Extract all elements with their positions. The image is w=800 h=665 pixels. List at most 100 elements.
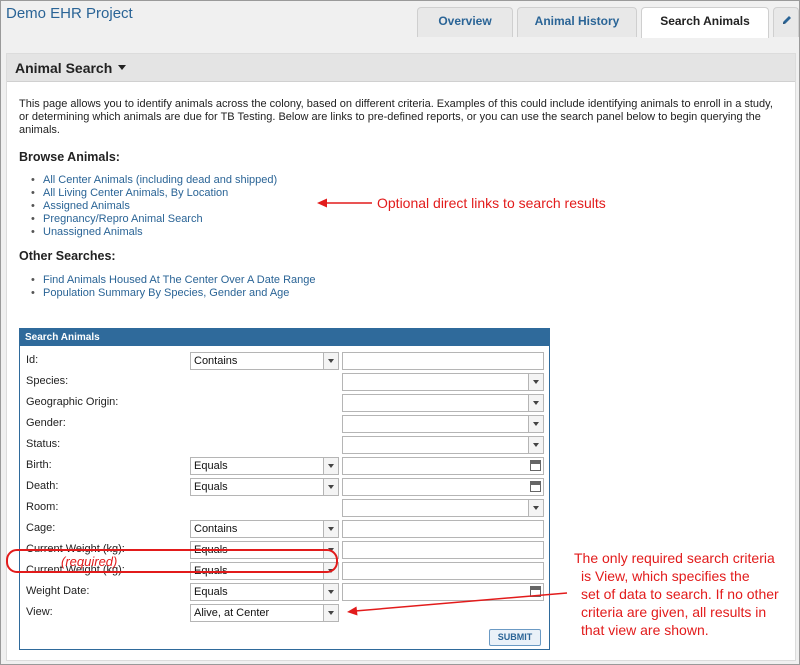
chevron-down-icon <box>328 359 334 363</box>
list-item: Population Summary By Species, Gender an… <box>31 287 316 300</box>
required-note: (required) <box>61 554 118 569</box>
list-item: Pregnancy/Repro Animal Search <box>31 213 277 226</box>
dropdown-trigger[interactable] <box>323 353 338 369</box>
page-frame: Demo EHR Project Overview Animal History… <box>0 0 800 665</box>
field-label: Death: <box>26 480 59 492</box>
dropdown-trigger[interactable] <box>323 521 338 537</box>
calendar-icon[interactable] <box>530 586 541 597</box>
link-population-summary[interactable]: Population Summary By Species, Gender an… <box>43 287 289 299</box>
tab-overview[interactable]: Overview <box>417 7 513 37</box>
list-item: All Living Center Animals, By Location <box>31 187 277 200</box>
operator-select[interactable]: Contains <box>190 520 339 538</box>
project-title[interactable]: Demo EHR Project <box>6 5 133 22</box>
calendar-icon[interactable] <box>530 460 541 471</box>
chevron-down-icon <box>533 422 539 426</box>
search-animals-form: Search Animals Id: Contains Species: Geo… <box>19 328 550 650</box>
calendar-icon[interactable] <box>530 481 541 492</box>
annotation-line: is View, which specifies the <box>581 568 750 584</box>
form-row-death: Death: Equals <box>20 477 549 498</box>
dropdown-trigger[interactable] <box>323 458 338 474</box>
field-label: Gender: <box>26 417 66 429</box>
tab-animal-history[interactable]: Animal History <box>517 7 637 37</box>
link-housed-date-range[interactable]: Find Animals Housed At The Center Over A… <box>43 274 316 286</box>
list-item: All Center Animals (including dead and s… <box>31 174 277 187</box>
status-select[interactable] <box>342 436 544 454</box>
dropdown-trigger[interactable] <box>528 416 543 432</box>
link-unassigned-animals[interactable]: Unassigned Animals <box>43 226 143 238</box>
annotation-line: criteria are given, all results in <box>581 604 767 620</box>
operator-select[interactable]: Contains <box>190 352 339 370</box>
chevron-down-icon <box>533 380 539 384</box>
room-select[interactable] <box>342 499 544 517</box>
chevron-down-icon <box>533 506 539 510</box>
gender-select[interactable] <box>342 415 544 433</box>
dropdown-trigger[interactable] <box>528 437 543 453</box>
chevron-down-icon <box>328 590 334 594</box>
list-item: Assigned Animals <box>31 200 277 213</box>
view-annotation: The only required search criteria is Vie… <box>563 549 798 639</box>
operator-select[interactable]: Equals <box>190 457 339 475</box>
form-row-id: Id: Contains <box>20 351 549 372</box>
id-input[interactable] <box>342 352 544 370</box>
panel-header: Animal Search <box>7 54 795 82</box>
death-date-input[interactable] <box>342 478 544 496</box>
chevron-down-icon <box>328 485 334 489</box>
tab-search-animals[interactable]: Search Animals <box>641 7 769 38</box>
form-row-weight-date: Weight Date: Equals <box>20 582 549 603</box>
submit-button[interactable]: SUBMIT <box>489 629 541 646</box>
required-highlight: (required) <box>6 549 338 573</box>
view-select[interactable]: Alive, at Center <box>190 604 339 622</box>
panel-title[interactable]: Animal Search <box>15 60 127 76</box>
edit-tab[interactable] <box>773 7 799 37</box>
pencil-icon[interactable] <box>781 14 793 26</box>
field-label: Room: <box>26 501 59 513</box>
links-annotation: Optional direct links to search results <box>377 195 606 211</box>
geographic-origin-select[interactable] <box>342 394 544 412</box>
field-label: View: <box>26 606 53 618</box>
weight-date-input[interactable] <box>342 583 544 601</box>
field-label: Cage: <box>26 522 56 534</box>
form-row-gender: Gender: <box>20 414 549 435</box>
form-row-birth: Birth: Equals <box>20 456 549 477</box>
form-row-status: Status: <box>20 435 549 456</box>
other-heading: Other Searches: <box>19 249 116 263</box>
dropdown-trigger[interactable] <box>323 605 338 621</box>
dropdown-trigger[interactable] <box>528 374 543 390</box>
annotation-line: that view are shown. <box>581 622 709 638</box>
browse-links: All Center Animals (including dead and s… <box>31 174 277 239</box>
form-row-species: Species: <box>20 372 549 393</box>
link-all-living-animals[interactable]: All Living Center Animals, By Location <box>43 187 228 199</box>
dropdown-trigger[interactable] <box>528 500 543 516</box>
list-item: Unassigned Animals <box>31 226 277 239</box>
operator-select[interactable]: Equals <box>190 583 339 601</box>
form-row-view: View: Alive, at Center <box>20 603 549 624</box>
field-label: Id: <box>26 354 39 366</box>
operator-select[interactable]: Equals <box>190 478 339 496</box>
link-all-center-animals[interactable]: All Center Animals (including dead and s… <box>43 174 277 186</box>
field-label: Species: <box>26 375 69 387</box>
link-pregnancy-repro[interactable]: Pregnancy/Repro Animal Search <box>43 213 203 225</box>
dropdown-trigger[interactable] <box>528 395 543 411</box>
page-header: Demo EHR Project Overview Animal History… <box>1 1 799 38</box>
current-weight-input[interactable] <box>342 541 544 559</box>
caret-down-icon[interactable] <box>118 64 127 70</box>
field-label: Geographic Origin: <box>26 396 119 408</box>
chevron-down-icon <box>328 527 334 531</box>
chevron-down-icon <box>328 611 334 615</box>
species-select[interactable] <box>342 373 544 391</box>
other-links: Find Animals Housed At The Center Over A… <box>31 274 316 300</box>
form-title: Search Animals <box>20 329 549 346</box>
chevron-down-icon <box>533 401 539 405</box>
dropdown-trigger[interactable] <box>323 584 338 600</box>
annotation-line: set of data to search. If no other <box>581 586 779 602</box>
field-label: Weight Date: <box>26 585 90 597</box>
list-item: Find Animals Housed At The Center Over A… <box>31 274 316 287</box>
link-assigned-animals[interactable]: Assigned Animals <box>43 200 130 212</box>
dropdown-trigger[interactable] <box>323 479 338 495</box>
browse-heading: Browse Animals: <box>19 150 120 164</box>
cage-input[interactable] <box>342 520 544 538</box>
field-label: Status: <box>26 438 61 450</box>
birth-date-input[interactable] <box>342 457 544 475</box>
current-weight-input[interactable] <box>342 562 544 580</box>
field-label: Birth: <box>26 459 52 471</box>
